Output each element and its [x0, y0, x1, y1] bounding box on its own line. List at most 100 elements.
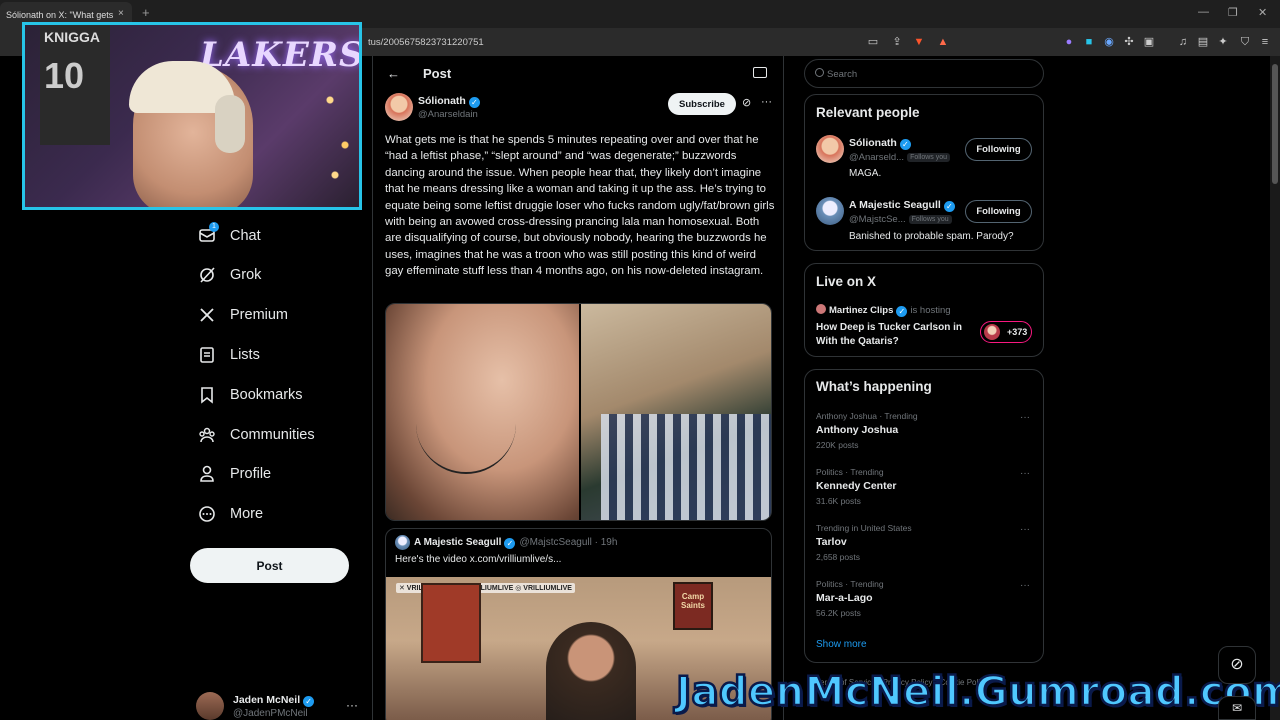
verified-badge-icon: ✓	[896, 306, 908, 317]
media-icon[interactable]: ♫	[1176, 35, 1190, 49]
jersey-number: 10	[44, 55, 85, 96]
more-icon[interactable]: ···	[1020, 524, 1030, 535]
quote-text: Here's the video x.com/vrilliumlive/s...	[395, 554, 562, 565]
grok-icon: ⊘	[1230, 656, 1244, 673]
bookmark-icon	[196, 384, 218, 406]
trend-name[interactable]: Tarlov	[816, 536, 847, 548]
close-window-icon[interactable]: ✕	[1258, 6, 1267, 19]
following-button[interactable]: Following	[965, 138, 1032, 161]
nav-item-lists[interactable]: Lists	[196, 343, 260, 367]
extension-icon[interactable]: ◉	[1102, 35, 1116, 49]
headphones	[215, 95, 245, 153]
sidebar-icon[interactable]: ▣	[1142, 35, 1156, 49]
extension-icon[interactable]: ■	[1082, 35, 1096, 49]
more-icon[interactable]: ···	[1020, 580, 1030, 591]
more-icon[interactable]: ···	[1020, 468, 1030, 479]
main-column: ← Post Sólionath ✓ @Anarseldain Subscribe…	[372, 56, 784, 720]
live-listener-count[interactable]: +373	[980, 321, 1032, 343]
chat-icon: 1	[196, 222, 219, 247]
post-author-handle[interactable]: @Anarseldain	[418, 109, 478, 120]
menu-icon[interactable]: ≡	[1258, 35, 1272, 49]
cast-icon[interactable]: ▭	[866, 35, 880, 49]
avatar[interactable]	[816, 197, 844, 225]
nav-item-grok[interactable]: Grok	[196, 263, 261, 287]
brave-rewards-icon[interactable]: ▲	[936, 35, 950, 49]
quote-handle: @MajstcSeagull · 19h	[519, 537, 618, 548]
more-icon[interactable]: ···	[346, 698, 358, 712]
avatar	[395, 535, 410, 550]
nav-item-bookmarks[interactable]: Bookmarks	[196, 383, 303, 407]
panel-title: Live on X	[816, 274, 877, 289]
jersey-name: KNIGGA	[44, 29, 100, 45]
more-icon[interactable]: ···	[1020, 412, 1030, 423]
brave-shield-icon[interactable]: ▼	[912, 35, 926, 49]
media-photo-right[interactable]	[581, 304, 771, 520]
wall-poster	[421, 583, 481, 663]
quote-author: A Majestic Seagull ✓ @MajstcSeagull · 19h	[414, 537, 618, 549]
nav-label: Bookmarks	[230, 387, 303, 403]
trend-meta: Politics · Trending	[816, 467, 884, 477]
post-media[interactable]	[385, 303, 772, 521]
live-host[interactable]: Martinez Clips ✓ is hosting	[816, 304, 951, 317]
share-icon[interactable]: ⇪	[890, 35, 904, 49]
tab-close-icon[interactable]: ×	[118, 8, 124, 19]
verified-badge-icon: ✓	[943, 201, 955, 212]
more-icon[interactable]: ···	[761, 96, 772, 108]
post-text: What gets me is that he spends 5 minutes…	[385, 134, 775, 278]
nav-label: Grok	[230, 267, 262, 283]
page-title: Post	[423, 66, 452, 81]
new-tab-button[interactable]: +	[142, 5, 150, 20]
grok-icon[interactable]: ⊘	[742, 96, 751, 109]
media-photo-left[interactable]	[386, 304, 579, 520]
post-author-name[interactable]: Sólionath ✓	[418, 95, 480, 108]
whats-happening-panel: What’s happening Anthony Joshua · Trendi…	[804, 369, 1044, 663]
person-name[interactable]: A Majestic Seagull ✓	[849, 199, 955, 212]
person-bio: MAGA.	[849, 168, 882, 179]
subscribe-button[interactable]: Subscribe	[668, 93, 736, 115]
restore-icon[interactable]: ❐	[1228, 6, 1238, 19]
trend-meta: Trending in United States	[816, 523, 912, 533]
leo-icon[interactable]: ✦	[1216, 35, 1230, 49]
trend-name[interactable]: Mar-a-Lago	[816, 592, 873, 604]
post-button[interactable]: Post	[190, 548, 349, 583]
trend-name[interactable]: Anthony Joshua	[816, 424, 898, 436]
trend-name[interactable]: Kennedy Center	[816, 480, 897, 492]
avatar[interactable]	[385, 93, 413, 121]
live-space-title[interactable]: How Deep is Tucker Carlson in With the Q…	[816, 321, 971, 348]
extensions-puzzle-icon[interactable]: ✣	[1122, 35, 1136, 49]
nav-item-chat[interactable]: 1 Chat	[196, 222, 261, 248]
chat-badge: 1	[209, 222, 219, 232]
nav-item-more[interactable]: More	[196, 502, 263, 526]
trend-count: 220K posts	[816, 440, 859, 450]
avatar	[196, 692, 224, 720]
wallet-icon[interactable]: ▤	[1196, 35, 1210, 49]
tab-title: Sólionath on X: "What gets	[6, 10, 114, 20]
account-switcher[interactable]: Jaden McNeil ✓ @JadenPMcNeil ···	[196, 692, 366, 720]
following-button[interactable]: Following	[965, 200, 1032, 223]
vpn-icon[interactable]: ⛉	[1238, 35, 1252, 49]
person-name[interactable]: Sólionath ✓	[849, 137, 911, 150]
plaid-shirt	[601, 414, 771, 520]
necklace	[416, 424, 516, 474]
scrollbar-thumb[interactable]	[1272, 64, 1278, 184]
search-input[interactable]: Search	[804, 59, 1044, 88]
nav-label: Lists	[230, 347, 260, 363]
relevant-people-panel: Relevant people Sólionath ✓ @Anarseld... F…	[804, 94, 1044, 251]
verified-badge-icon: ✓	[468, 97, 480, 108]
avatar[interactable]	[816, 135, 844, 163]
nav-label: Communities	[230, 427, 315, 443]
messages-floating-button[interactable]: ✉	[1218, 696, 1256, 720]
grok-floating-button[interactable]: ⊘	[1218, 646, 1256, 684]
panel-title: What’s happening	[816, 379, 932, 394]
lists-icon	[196, 344, 218, 366]
nav-item-communities[interactable]: Communities	[196, 423, 315, 447]
minimize-icon[interactable]: —	[1198, 6, 1209, 18]
verified-badge-icon: ✓	[899, 139, 911, 150]
reader-mode-icon[interactable]	[753, 67, 767, 78]
back-arrow-icon[interactable]: ←	[387, 66, 400, 81]
extension-icon[interactable]: ●	[1062, 35, 1076, 49]
show-more-link[interactable]: Show more	[816, 639, 867, 650]
nav-item-premium[interactable]: Premium	[196, 303, 288, 327]
nav-item-profile[interactable]: Profile	[196, 462, 271, 486]
trend-count: 2,658 posts	[816, 552, 860, 562]
